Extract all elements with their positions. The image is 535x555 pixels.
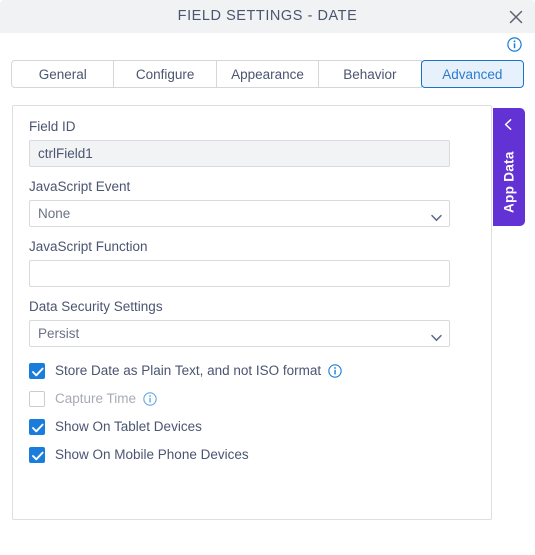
field-id-group: Field ID [29, 118, 475, 167]
javascript-function-input[interactable] [29, 260, 450, 287]
checkbox-row-show-on-mobile[interactable]: Show On Mobile Phone Devices [29, 442, 475, 467]
javascript-event-select[interactable]: None [29, 200, 450, 227]
javascript-event-label: JavaScript Event [29, 179, 131, 194]
app-data-label: App Data [501, 151, 517, 213]
javascript-event-value: None [29, 200, 450, 227]
tab-advanced[interactable]: Advanced [420, 60, 525, 88]
checkbox-row-show-on-tablet[interactable]: Show On Tablet Devices [29, 414, 475, 439]
checkbox-row-store-date-plain-text[interactable]: Store Date as Plain Text, and not ISO fo… [29, 358, 475, 383]
chevron-left-icon [502, 118, 515, 131]
data-security-settings-group: Data Security Settings Persist [29, 298, 475, 347]
tab-appearance[interactable]: Appearance [216, 60, 320, 88]
dialog-titlebar: FIELD SETTINGS - DATE [0, 0, 535, 33]
checkbox-label-show-on-tablet: Show On Tablet Devices [55, 419, 202, 434]
checkbox-show-on-mobile[interactable] [29, 446, 45, 463]
checkbox-label-capture-time: Capture Time [55, 391, 137, 406]
app-data-panel-toggle[interactable]: App Data [493, 108, 525, 226]
checkbox-store-date-plain-text[interactable] [29, 362, 45, 379]
javascript-event-group: JavaScript Event None [29, 178, 475, 227]
checkbox-row-capture-time: Capture Time [29, 386, 475, 411]
checkbox-label-store-date-plain-text: Store Date as Plain Text, and not ISO fo… [55, 363, 322, 378]
field-id-label: Field ID [29, 119, 76, 134]
tab-general[interactable]: General [11, 60, 115, 88]
info-icon[interactable] [507, 37, 522, 52]
page-title: FIELD SETTINGS - DATE [177, 8, 358, 24]
info-icon[interactable] [328, 363, 342, 378]
close-icon[interactable] [505, 6, 527, 28]
info-icon[interactable] [143, 391, 157, 406]
checkbox-label-show-on-mobile: Show On Mobile Phone Devices [55, 447, 249, 462]
javascript-function-label: JavaScript Function [29, 239, 148, 254]
tab-configure[interactable]: Configure [114, 60, 217, 88]
tab-behavior[interactable]: Behavior [319, 60, 422, 88]
data-security-settings-select[interactable]: Persist [29, 320, 450, 347]
field-id-input[interactable] [29, 140, 450, 167]
advanced-settings-panel: Field ID JavaScript Event None JavaScrip… [12, 105, 492, 520]
settings-tabbar: General Configure Appearance Behavior Ad… [11, 60, 525, 88]
data-security-settings-value: Persist [29, 320, 450, 347]
data-security-settings-label: Data Security Settings [29, 299, 163, 314]
checkbox-capture-time [29, 390, 45, 407]
field-settings-dialog: FIELD SETTINGS - DATE General Configure … [0, 0, 535, 555]
checkbox-show-on-tablet[interactable] [29, 418, 45, 435]
dialog-info-row [0, 33, 535, 58]
javascript-function-group: JavaScript Function [29, 238, 475, 287]
